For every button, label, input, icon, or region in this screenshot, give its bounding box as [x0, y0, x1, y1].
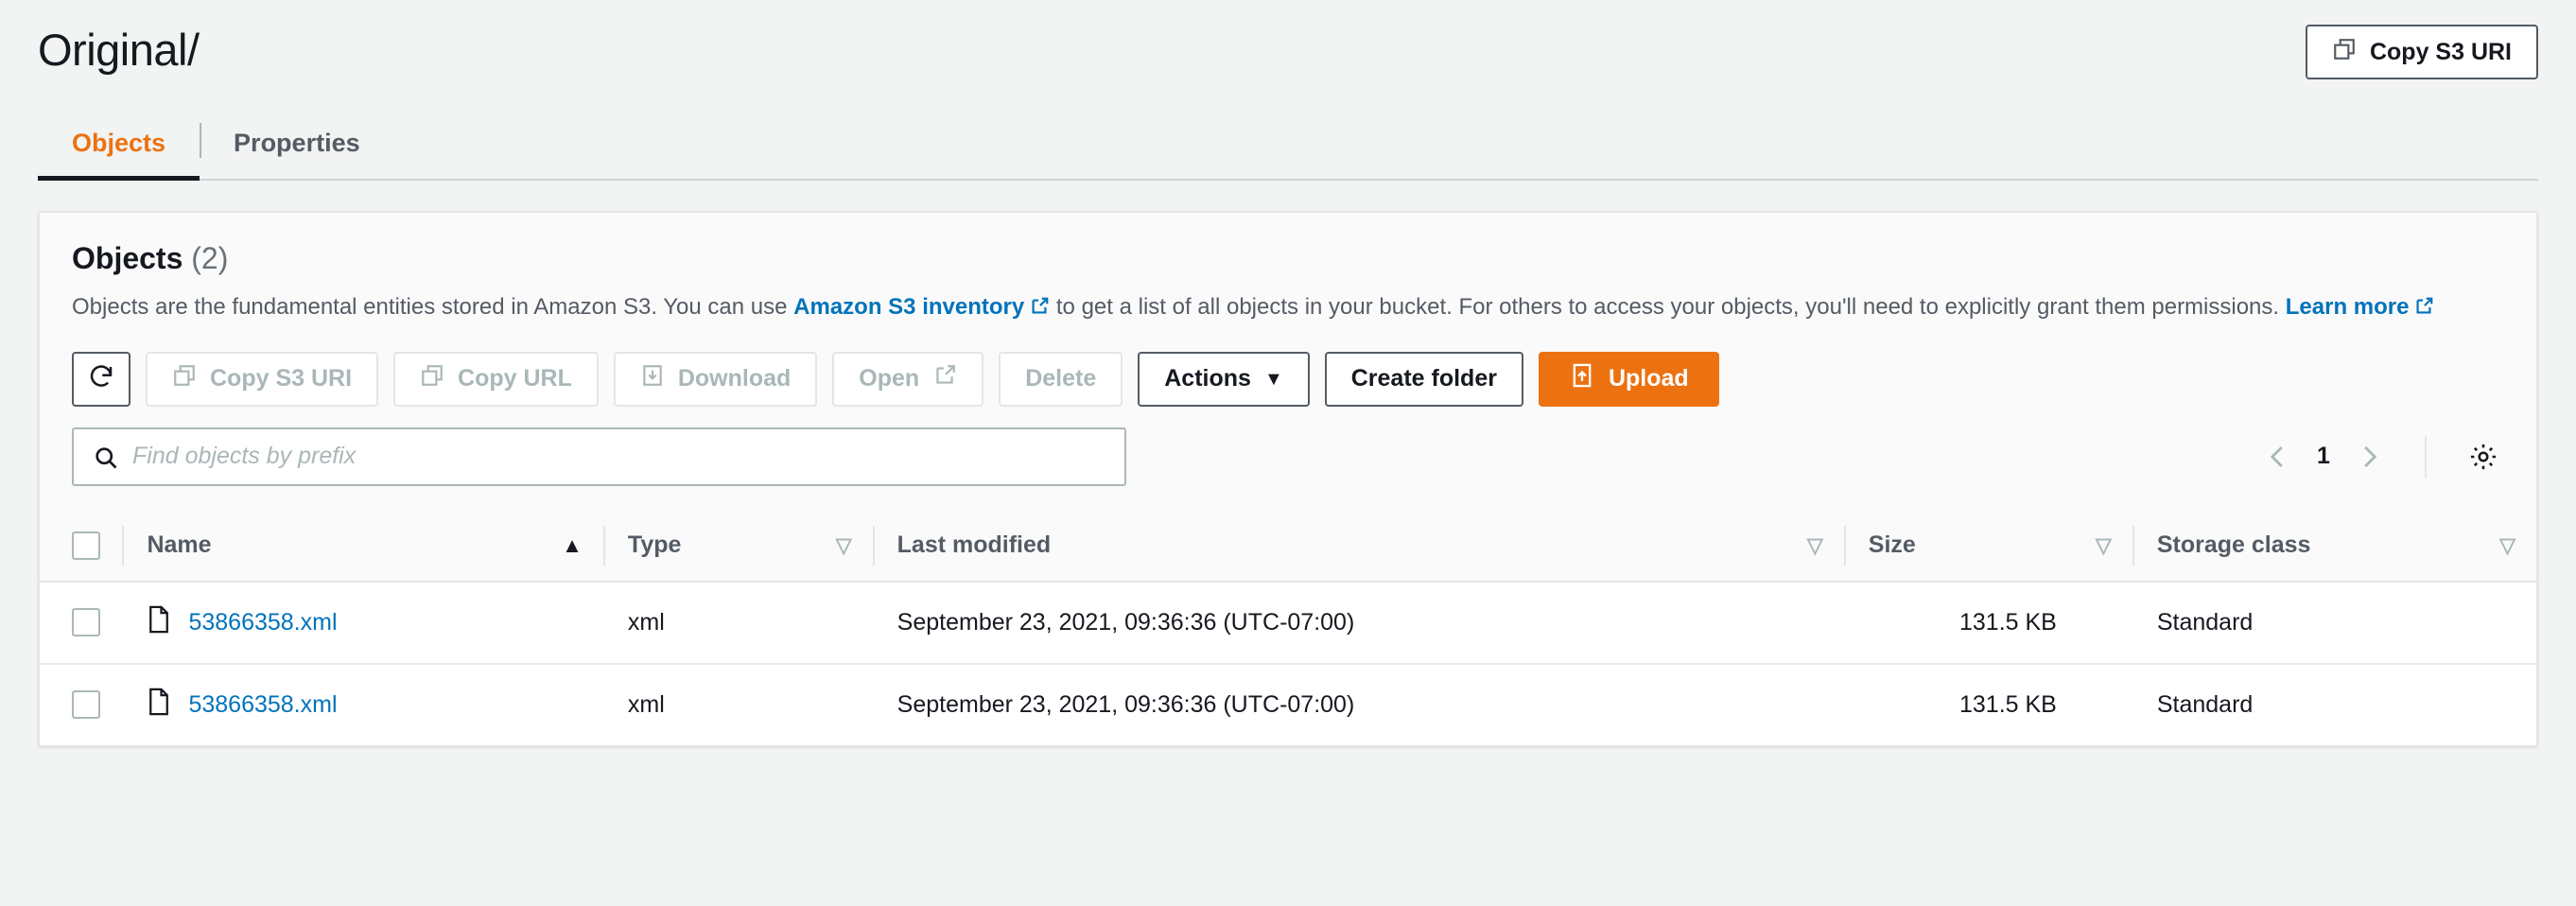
- sort-icon: ▽: [2095, 532, 2112, 557]
- search-icon: [93, 444, 119, 476]
- file-icon: [147, 605, 171, 640]
- search-input[interactable]: [132, 428, 1124, 484]
- page-header: Original/ Copy S3 URI: [0, 0, 2576, 79]
- pagination-page-number[interactable]: 1: [2317, 443, 2330, 470]
- copy-icon: [420, 363, 444, 394]
- sort-icon: ▽: [2499, 532, 2515, 557]
- copy-url-label: Copy URL: [458, 365, 572, 392]
- page-title: Original/: [38, 25, 200, 75]
- tab-properties[interactable]: Properties: [200, 113, 394, 179]
- copy-icon: [2332, 37, 2357, 68]
- row-last-modified-cell: September 23, 2021, 09:36:36 (UTC-07:00): [872, 581, 1844, 665]
- row-last-modified-cell: September 23, 2021, 09:36:36 (UTC-07:00): [872, 663, 1844, 745]
- row-size-cell: 131.5 KB: [1843, 581, 2132, 665]
- search-box[interactable]: [72, 427, 1126, 486]
- file-name-link[interactable]: 53866358.xml: [188, 609, 337, 636]
- row-type-cell: xml: [602, 581, 873, 665]
- copy-icon: [172, 363, 197, 394]
- upload-button[interactable]: Upload: [1538, 351, 1719, 407]
- copy-s3-uri-button[interactable]: Copy S3 URI: [146, 351, 379, 407]
- download-button[interactable]: Download: [613, 351, 818, 407]
- column-header-type-label: Type: [627, 531, 682, 559]
- amazon-s3-inventory-link[interactable]: Amazon S3 inventory: [793, 294, 1024, 320]
- objects-count: (2): [191, 241, 229, 275]
- refresh-icon: [87, 362, 115, 395]
- pagination: 1: [2264, 435, 2504, 478]
- settings-gear-icon[interactable]: [2468, 442, 2504, 472]
- row-storage-class-cell: Standard: [2132, 581, 2536, 665]
- open-label: Open: [859, 365, 920, 392]
- delete-label: Delete: [1025, 365, 1097, 392]
- objects-title-text: Objects: [72, 241, 183, 275]
- refresh-button[interactable]: [72, 351, 131, 407]
- row-name-cell: 53866358.xml: [122, 663, 603, 745]
- upload-label: Upload: [1608, 365, 1689, 392]
- open-button[interactable]: Open: [832, 351, 984, 407]
- copy-url-button[interactable]: Copy URL: [393, 351, 599, 407]
- row-select-cell: [40, 663, 123, 745]
- column-header-type[interactable]: Type ▽: [602, 510, 873, 583]
- objects-table: Name ▲ Type ▽ Last modified ▽ Size ▽ Sto…: [40, 510, 2536, 745]
- pagination-divider: [2425, 435, 2427, 478]
- delete-button[interactable]: Delete: [999, 351, 1123, 407]
- row-select-cell: [40, 581, 123, 665]
- select-all-header: [40, 510, 123, 583]
- table-row[interactable]: 53866358.xml xml September 23, 2021, 09:…: [40, 663, 2536, 745]
- row-checkbox[interactable]: [72, 690, 100, 720]
- row-checkbox[interactable]: [72, 608, 100, 637]
- column-header-size-label: Size: [1868, 531, 1916, 559]
- tab-bar: Objects Properties: [38, 113, 2538, 181]
- tab-objects-label: Objects: [72, 129, 166, 157]
- pagination-prev-button[interactable]: [2264, 443, 2292, 471]
- actions-label: Actions: [1164, 365, 1251, 392]
- row-type-cell: xml: [602, 663, 873, 745]
- objects-toolbar: Copy S3 URI Copy URL Download Open Delet…: [72, 351, 2504, 407]
- copy-s3-uri-button-top[interactable]: Copy S3 URI: [2305, 25, 2538, 79]
- file-icon: [147, 688, 171, 723]
- select-all-checkbox[interactable]: [72, 531, 100, 560]
- create-folder-label: Create folder: [1350, 365, 1497, 392]
- tab-properties-label: Properties: [234, 129, 360, 157]
- sort-icon: ▽: [1806, 532, 1823, 557]
- file-name-link[interactable]: 53866358.xml: [188, 691, 337, 719]
- download-label: Download: [677, 365, 792, 392]
- column-header-last-modified[interactable]: Last modified ▽: [872, 510, 1844, 583]
- row-size-cell: 131.5 KB: [1843, 663, 2132, 745]
- copy-s3-uri-label: Copy S3 URI: [2369, 38, 2512, 65]
- upload-icon: [1569, 362, 1595, 395]
- download-icon: [640, 363, 665, 394]
- external-link-icon-2: [2413, 294, 2434, 327]
- create-folder-button[interactable]: Create folder: [1324, 351, 1523, 407]
- column-header-last-modified-label: Last modified: [896, 531, 1052, 559]
- description-text-2: to get a list of all objects in your buc…: [1050, 294, 2286, 320]
- search-and-pagination-row: 1: [72, 427, 2504, 486]
- column-header-storage-class-label: Storage class: [2156, 531, 2311, 559]
- table-header-row: Name ▲ Type ▽ Last modified ▽ Size ▽ Sto…: [40, 510, 2536, 583]
- column-header-size[interactable]: Size ▽: [1843, 510, 2132, 583]
- copy-s3-uri-label: Copy S3 URI: [210, 365, 353, 392]
- column-header-name[interactable]: Name ▲: [122, 510, 603, 583]
- sort-icon: ▽: [835, 532, 852, 557]
- column-header-storage-class[interactable]: Storage class ▽: [2132, 510, 2536, 583]
- sort-ascending-icon: ▲: [562, 532, 583, 557]
- external-link-icon: [1029, 294, 1050, 327]
- actions-button[interactable]: Actions ▼: [1138, 351, 1310, 407]
- objects-panel-description: Objects are the fundamental entities sto…: [72, 291, 2493, 327]
- row-name-cell: 53866358.xml: [122, 581, 603, 665]
- objects-panel-title: Objects (2): [72, 241, 2504, 276]
- column-header-name-label: Name: [147, 531, 212, 559]
- table-row[interactable]: 53866358.xml xml September 23, 2021, 09:…: [40, 581, 2536, 665]
- chevron-down-icon: ▼: [1263, 368, 1283, 390]
- tab-objects[interactable]: Objects: [38, 113, 200, 181]
- row-storage-class-cell: Standard: [2132, 663, 2536, 745]
- description-text-1: Objects are the fundamental entities sto…: [72, 294, 794, 320]
- external-link-icon: [932, 363, 957, 394]
- pagination-next-button[interactable]: [2355, 443, 2383, 471]
- objects-panel: Objects (2) Objects are the fundamental …: [38, 211, 2538, 747]
- learn-more-link[interactable]: Learn more: [2286, 294, 2410, 320]
